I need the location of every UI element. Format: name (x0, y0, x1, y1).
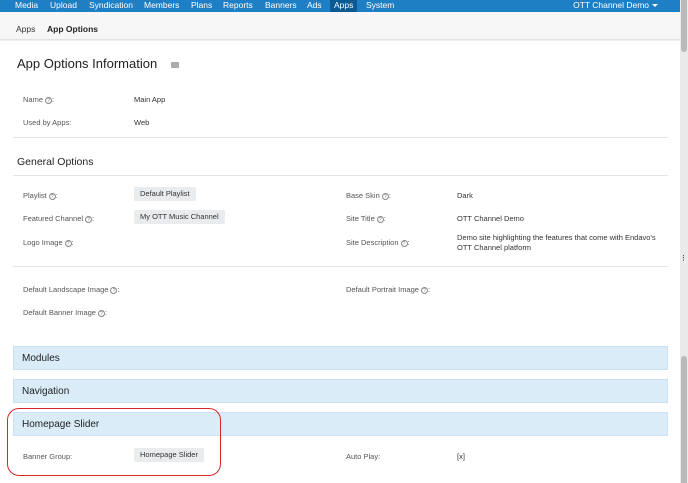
help-icon[interactable]: ? (97, 309, 105, 317)
help-icon[interactable]: ? (400, 239, 408, 247)
highlight-annotation (7, 408, 221, 476)
used-by-value: Web (134, 118, 150, 127)
breadcrumb-apps[interactable]: Apps (16, 24, 35, 34)
base-skin-label: Base Skin?: (346, 191, 391, 200)
chevron-down-icon (652, 4, 658, 8)
base-skin-value: Dark (457, 191, 473, 200)
autoplay-label: Auto Play: (346, 452, 381, 461)
resize-icon: ⁝ (682, 253, 685, 263)
featured-channel-chip[interactable]: My OTT Music Channel (134, 210, 225, 224)
help-icon[interactable]: ? (64, 239, 72, 247)
site-description-value: Demo site highlighting the features that… (457, 233, 656, 252)
help-icon[interactable]: ? (110, 286, 118, 294)
breadcrumb-current: App Options (47, 24, 98, 34)
breadcrumb: Apps App Options (0, 12, 680, 40)
site-description-label: Site Description?: (346, 238, 410, 247)
book-icon (171, 62, 179, 68)
scrollbar-thumb[interactable] (681, 0, 687, 52)
default-landscape-label: Default Landscape Image?: (23, 285, 120, 294)
navigation-panel-header[interactable]: Navigation (13, 379, 668, 403)
modules-panel-header[interactable]: Modules (13, 346, 668, 370)
nav-apps[interactable]: Apps (330, 0, 358, 12)
nav-ads[interactable]: Ads (307, 0, 322, 12)
page-title: App Options Information (17, 56, 158, 71)
help-icon[interactable]: ? (381, 192, 389, 200)
account-name: OTT Channel Demo (573, 0, 649, 10)
divider (13, 137, 668, 138)
playlist-chip[interactable]: Default Playlist (134, 187, 196, 201)
help-icon[interactable]: ? (85, 215, 93, 223)
top-nav: Media Upload Syndication Members Plans R… (0, 0, 680, 12)
site-title-value: OTT Channel Demo (457, 214, 524, 223)
featured-channel-label: Featured Channel?: (23, 214, 95, 223)
logo-image-label: Logo Image?: (23, 238, 74, 247)
nav-system[interactable]: System (366, 0, 394, 12)
playlist-label: Playlist?: (23, 191, 58, 200)
default-portrait-label: Default Portrait Image?: (346, 285, 431, 294)
name-value: Main App (134, 95, 166, 104)
help-icon[interactable]: ? (376, 215, 384, 223)
scrollbar-thumb[interactable] (681, 356, 687, 483)
divider (13, 266, 668, 267)
navigation-label: Navigation (22, 386, 70, 397)
nav-plans[interactable]: Plans (191, 0, 212, 12)
general-options-title: General Options (17, 156, 94, 168)
scrollbar[interactable] (680, 0, 688, 483)
nav-members[interactable]: Members (144, 0, 179, 12)
default-banner-label: Default Banner Image?: (23, 308, 108, 317)
nav-media[interactable]: Media (15, 0, 38, 12)
help-icon[interactable]: ? (45, 96, 53, 104)
site-title-label: Site Title?: (346, 214, 386, 223)
name-label: Name?: (23, 95, 55, 104)
nav-reports[interactable]: Reports (223, 0, 253, 12)
nav-banners[interactable]: Banners (265, 0, 297, 12)
account-menu[interactable]: OTT Channel Demo (573, 0, 658, 11)
divider (13, 175, 668, 176)
nav-upload[interactable]: Upload (50, 0, 77, 12)
help-icon[interactable]: ? (48, 192, 56, 200)
autoplay-checkbox[interactable]: [x] (457, 452, 465, 461)
used-by-label: Used by Apps: (23, 118, 72, 127)
help-icon[interactable]: ? (420, 286, 428, 294)
nav-syndication[interactable]: Syndication (89, 0, 133, 12)
modules-label: Modules (22, 353, 60, 364)
